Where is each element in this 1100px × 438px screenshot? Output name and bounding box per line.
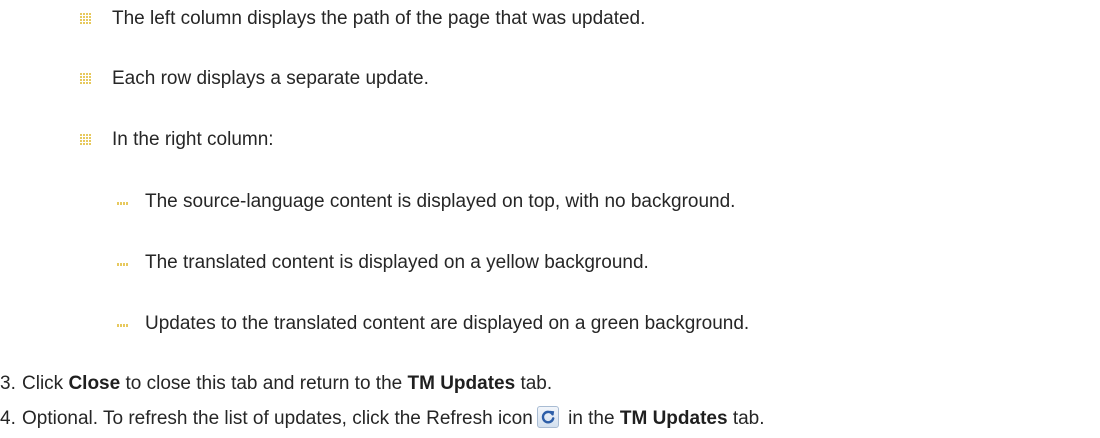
sub-bullet-translated-content: The translated content is displayed on a… bbox=[145, 252, 649, 273]
step-4-text-a: Optional. To refresh the list of updates… bbox=[22, 408, 533, 429]
step-3-text-b: to close this tab and return to the bbox=[120, 373, 408, 394]
step-3-text-a: Click bbox=[22, 373, 69, 394]
bullet-left-column: The left column displays the path of the… bbox=[112, 8, 646, 29]
step-4-text-b: in the bbox=[562, 408, 620, 429]
bullet-square-icon bbox=[79, 13, 91, 25]
step-3-number: 3. bbox=[0, 373, 16, 394]
bullet-each-row: Each row displays a separate update. bbox=[112, 68, 429, 89]
tm-updates-label: TM Updates bbox=[619, 408, 728, 429]
step-4-text-c: tab. bbox=[727, 408, 765, 429]
step-4-text: Optional. To refresh the list of updates… bbox=[22, 406, 765, 432]
sub-bullet-updates: Updates to the translated content are di… bbox=[145, 313, 750, 334]
close-label: Close bbox=[68, 373, 121, 394]
bullet-right-column: In the right column: bbox=[112, 129, 274, 150]
bullet-dash-icon bbox=[117, 263, 129, 266]
bullet-dash-icon bbox=[117, 324, 129, 327]
step-3-text-c: tab. bbox=[515, 373, 553, 394]
refresh-icon bbox=[536, 406, 559, 428]
step-4-number: 4. bbox=[0, 408, 16, 429]
tm-updates-label: TM Updates bbox=[407, 373, 516, 394]
step-3-text: Click Close to close this tab and return… bbox=[22, 371, 552, 397]
bullet-square-icon bbox=[79, 134, 91, 146]
bullet-square-icon bbox=[79, 73, 91, 85]
bullet-dash-icon bbox=[117, 202, 129, 205]
sub-bullet-source-content: The source-language content is displayed… bbox=[145, 191, 736, 212]
